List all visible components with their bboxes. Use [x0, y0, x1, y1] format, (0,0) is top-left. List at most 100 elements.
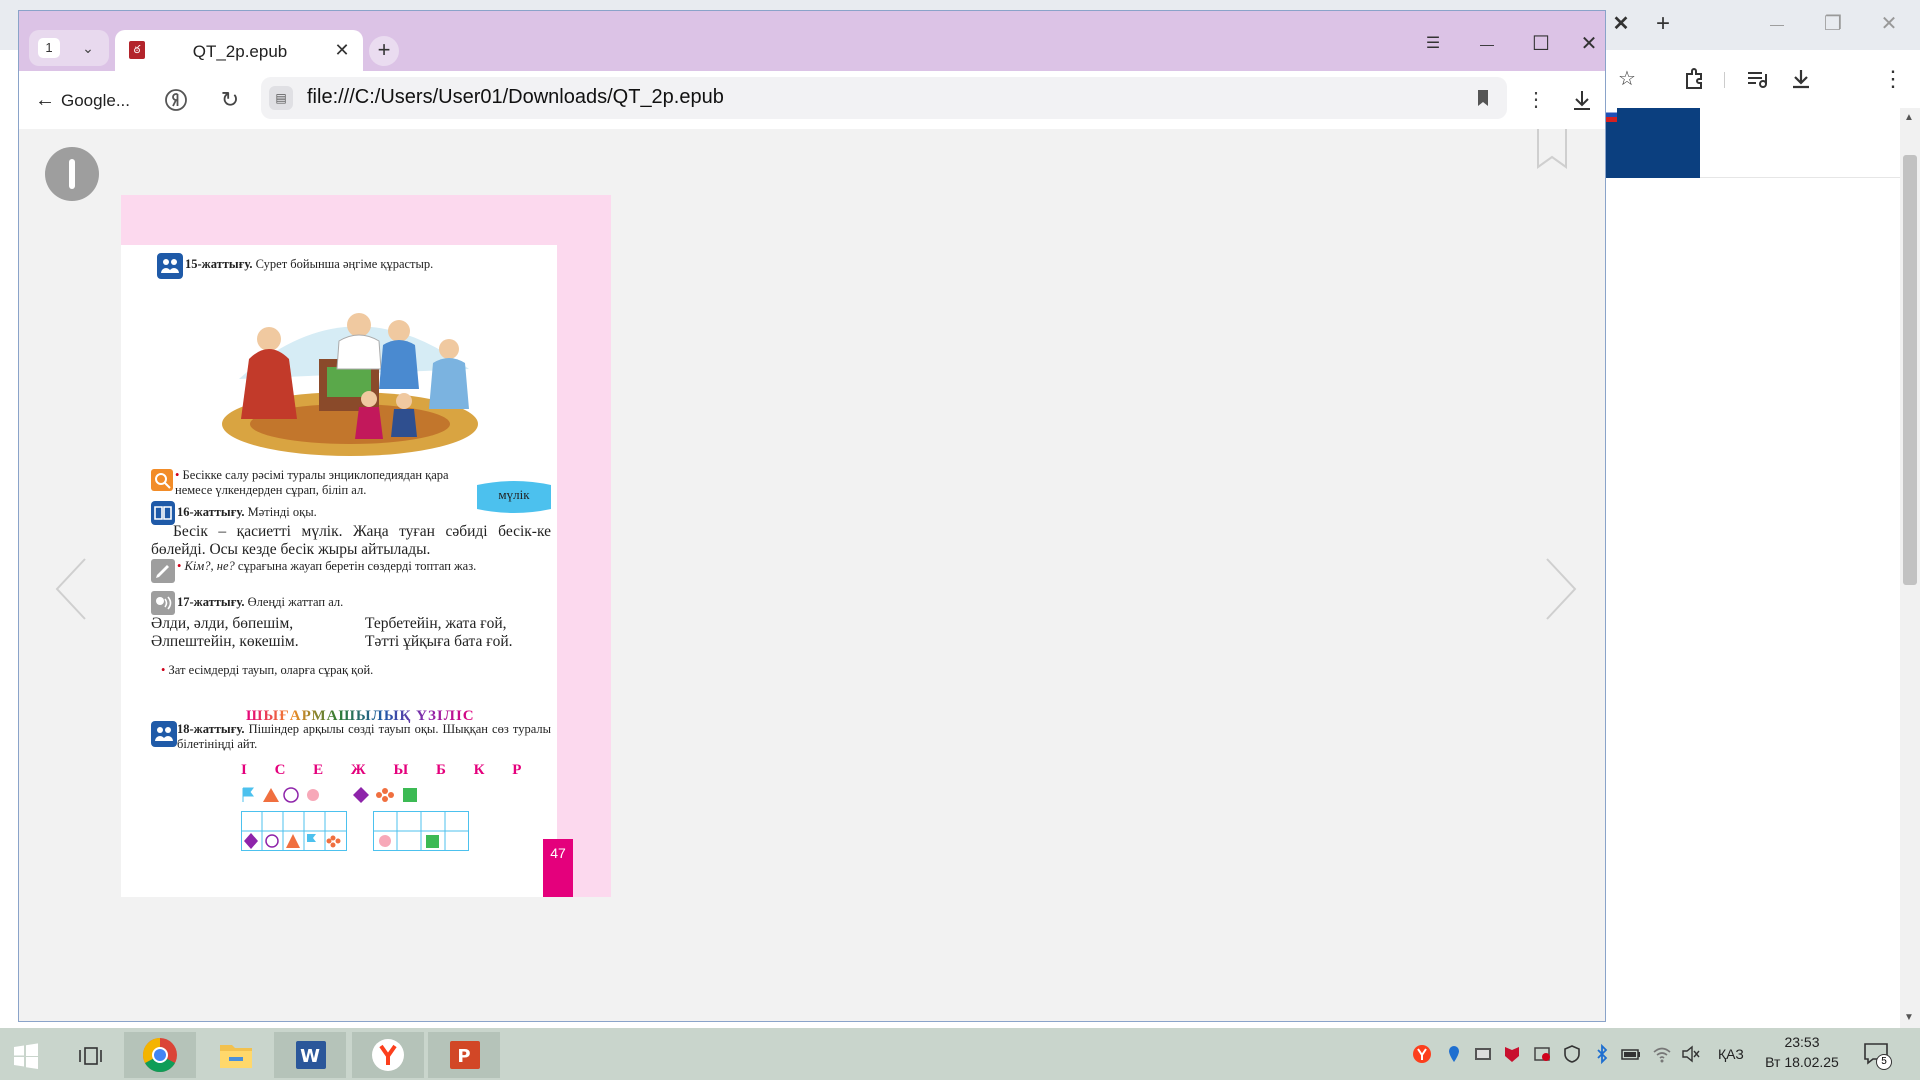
back-label: Google...: [61, 91, 130, 110]
next-page-arrow-icon[interactable]: [1533, 549, 1583, 629]
page-pink-top-band: [121, 195, 611, 245]
maximize-button[interactable]: ☐: [1519, 27, 1563, 61]
poem-line: Тербетейін, жата ғой,: [365, 615, 507, 632]
pair-work-icon: [151, 721, 177, 747]
puzzle-answer-grid-2: [373, 811, 469, 851]
background-minimize-button[interactable]: —: [1760, 9, 1794, 39]
file-explorer-taskbar-icon[interactable]: [200, 1032, 272, 1078]
powerpoint-taskbar-icon[interactable]: P: [428, 1032, 500, 1078]
minimize-button[interactable]: —: [1465, 27, 1509, 61]
poem-left-column: Әлди, әлди, бөпешім, Әлпештейін, көкешім…: [151, 615, 351, 651]
yandex-toolbar: ← Google... ↻ ▤ file:///C:/Users/User01/D…: [19, 71, 1605, 129]
svg-text:W: W: [300, 1046, 320, 1067]
tab-counter-group[interactable]: 1 ⌄: [29, 30, 109, 66]
research-task: • Бесікке салу рәсімі туралы энциклопеди…: [175, 468, 471, 498]
background-divider: [1700, 177, 1900, 178]
address-input[interactable]: file:///C:/Users/User01/Downloads/QT_2p.…: [307, 86, 724, 109]
task-view-icon[interactable]: [76, 1042, 104, 1070]
chevron-down-icon[interactable]: ⌄: [75, 36, 101, 60]
background-restore-button[interactable]: ❐: [1816, 9, 1850, 39]
epub-favicon-icon: ఠ: [129, 41, 145, 59]
scroll-down-icon[interactable]: ▼: [1904, 1012, 1914, 1023]
vocabulary-word: мүлік: [498, 487, 530, 502]
pencil-write-icon: [151, 559, 175, 583]
back-button[interactable]: ← Google...: [35, 85, 145, 115]
windows-taskbar: W P ҚАЗ 23:53 Вт 18.02.25 5: [0, 1028, 1920, 1080]
write-bullet: •: [177, 559, 182, 573]
extensions-icon[interactable]: [1680, 64, 1710, 94]
background-close-window-button[interactable]: ✕: [1872, 9, 1906, 39]
flag-icon: [1605, 108, 1617, 122]
book-page: 47 15-жаттығу. Сурет бойынша әңгіме құра…: [121, 195, 611, 897]
language-indicator[interactable]: ҚАЗ: [1718, 1046, 1744, 1062]
puzzle-answer-grid-1: [241, 811, 347, 851]
download-icon[interactable]: [1567, 85, 1597, 115]
reader-bookmark-icon[interactable]: [1535, 129, 1569, 169]
page-number: 47: [543, 839, 573, 897]
exercise-15-label: 15-жаттығу.: [185, 257, 253, 271]
exercise-18-label: 18-жаттығу.: [177, 722, 245, 736]
address-bar[interactable]: ▤ file:///C:/Users/User01/Downloads/QT_2…: [261, 77, 1507, 119]
reader-menu-button[interactable]: [45, 147, 99, 201]
network-drive-tray-icon[interactable]: [1472, 1044, 1494, 1064]
security-shield-tray-icon[interactable]: [1562, 1044, 1582, 1064]
scroll-up-icon[interactable]: ▲: [1904, 112, 1914, 123]
clock[interactable]: 23:53 Вт 18.02.25: [1760, 1034, 1844, 1070]
arrow-left-icon: ←: [35, 89, 55, 111]
previous-page-arrow-icon[interactable]: [49, 549, 99, 629]
yandex-tray-icon[interactable]: [1412, 1044, 1432, 1064]
research-text: Бесікке салу рәсімі туралы энциклопедияд…: [175, 468, 449, 497]
background-tab-close-icon[interactable]: ✕: [1604, 9, 1638, 39]
close-window-button[interactable]: ✕: [1573, 27, 1605, 61]
background-new-tab-button[interactable]: +: [1646, 9, 1680, 39]
update-warning-tray-icon[interactable]: [1532, 1044, 1552, 1064]
chrome-taskbar-icon[interactable]: [124, 1032, 196, 1078]
bluetooth-tray-icon[interactable]: [1592, 1043, 1612, 1065]
puzzle-shapes-key: [241, 785, 441, 805]
puzzle-letters: І С Е Ж Ы Б К Р: [241, 762, 534, 778]
new-tab-button[interactable]: +: [369, 36, 399, 66]
star-icon[interactable]: ☆: [1610, 64, 1644, 94]
battery-tray-icon[interactable]: [1620, 1044, 1642, 1064]
downloads-icon[interactable]: [1786, 64, 1816, 94]
listen-memorize-icon: [151, 591, 175, 615]
poem-line: Әлди, әлди, бөпешім,: [151, 615, 294, 632]
location-tray-icon[interactable]: [1444, 1044, 1464, 1064]
windows-start-icon[interactable]: [12, 1042, 40, 1070]
more-options-icon[interactable]: ⋮: [1521, 85, 1551, 115]
research-bullet: •: [175, 468, 180, 482]
tab-count-badge[interactable]: 1: [38, 38, 60, 58]
exercise-15-text: Сурет бойынша әңгіме құрастыр.: [252, 257, 434, 271]
tab-qt-2p-epub[interactable]: ఠ QT_2p.epub ✕: [115, 30, 363, 71]
exercise-17-text: Өлеңді жаттап ал.: [244, 595, 344, 609]
reload-icon[interactable]: ↻: [215, 85, 245, 115]
file-icon[interactable]: ▤: [269, 86, 293, 110]
reading-book-icon: [151, 501, 175, 525]
exercise-16: 16-жаттығу. Мәтінді оқы.: [177, 505, 477, 520]
volume-muted-tray-icon[interactable]: [1680, 1044, 1702, 1064]
exercise-15: 15-жаттығу. Сурет бойынша әңгіме құрасты…: [185, 257, 545, 272]
exercise-18: 18-жаттығу. Пішіндер арқылы сөзді тауып …: [177, 722, 551, 752]
background-scrollbar-thumb[interactable]: [1903, 155, 1917, 585]
notifications-button[interactable]: 5: [1862, 1040, 1892, 1070]
word-taskbar-icon[interactable]: W: [274, 1032, 346, 1078]
cradle-ceremony-illustration: [219, 289, 481, 459]
page-pink-right-band: [557, 195, 611, 897]
vocabulary-word-tag: мүлік: [477, 481, 551, 513]
exercise-16-body: Бесік – қасиетті мүлік. Жаңа туған сәбид…: [151, 523, 551, 558]
clock-time: 23:53: [1784, 1034, 1820, 1050]
svg-text:P: P: [457, 1046, 470, 1067]
notification-count-badge: 5: [1876, 1054, 1892, 1070]
antivirus-tray-icon[interactable]: [1502, 1044, 1522, 1064]
browser-menu-button[interactable]: ☰: [1411, 27, 1455, 61]
wifi-tray-icon[interactable]: [1652, 1044, 1672, 1064]
media-controls-icon[interactable]: [1742, 64, 1772, 94]
yandex-logo-icon[interactable]: [161, 85, 191, 115]
yandex-browser-window: 1 ⌄ ఠ QT_2p.epub ✕ + ☰ — ☐ ✕ ← Google... …: [18, 10, 1606, 1022]
exercise-16-label: 16-жаттығу.: [177, 505, 245, 519]
bookmark-icon[interactable]: [1469, 84, 1497, 112]
tab-close-icon[interactable]: ✕: [331, 39, 353, 61]
write-task-text: сұрағына жауап беретін сөздерді топтап ж…: [234, 559, 477, 573]
background-menu-icon[interactable]: ⋮: [1876, 64, 1910, 94]
yandex-browser-taskbar-icon[interactable]: [352, 1032, 424, 1078]
